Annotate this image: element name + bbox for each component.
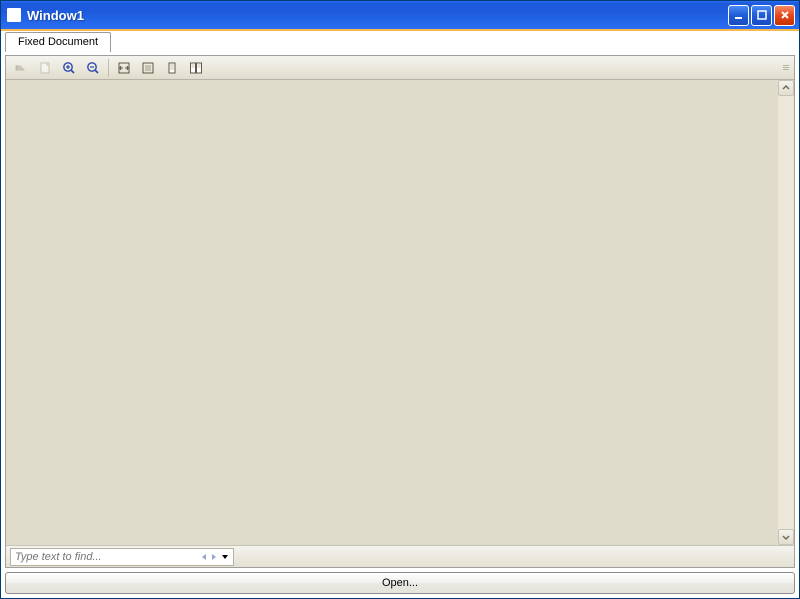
title-bar: Window1 (1, 1, 799, 29)
window-buttons (728, 5, 795, 26)
document-viewer (5, 55, 795, 568)
maximize-button[interactable] (751, 5, 772, 26)
vertical-scrollbar[interactable] (778, 80, 794, 545)
find-options-button[interactable] (219, 550, 231, 564)
toolbar-grip (782, 65, 790, 70)
find-bar (6, 545, 794, 567)
find-previous-button[interactable] (199, 550, 209, 564)
whole-page-icon (140, 60, 156, 76)
window: Window1 Fixed Document (0, 0, 800, 599)
zoom-out-icon (85, 60, 101, 76)
document-canvas (9, 83, 778, 542)
chevron-down-icon (221, 554, 229, 560)
close-button[interactable] (774, 5, 795, 26)
two-page-button[interactable] (185, 58, 207, 78)
single-page-button[interactable] (161, 58, 183, 78)
chevron-right-icon (211, 553, 217, 561)
window-icon (7, 8, 21, 22)
maximize-icon (756, 9, 768, 21)
toolbar-separator (108, 59, 109, 77)
zoom-out-button[interactable] (82, 58, 104, 78)
two-page-icon (188, 60, 204, 76)
minimize-icon (733, 9, 745, 21)
open-button-label: Open... (382, 577, 418, 589)
document-area (6, 80, 794, 545)
scroll-up-button[interactable] (778, 80, 794, 96)
viewer-toolbar (6, 56, 794, 80)
close-icon (779, 9, 791, 21)
copy-button[interactable] (10, 58, 32, 78)
find-next-button[interactable] (209, 550, 219, 564)
zoom-in-icon (61, 60, 77, 76)
tab-fixed-document[interactable]: Fixed Document (5, 32, 111, 52)
open-button[interactable]: Open... (5, 572, 795, 594)
scroll-down-button[interactable] (778, 529, 794, 545)
minimize-button[interactable] (728, 5, 749, 26)
copy-icon (13, 60, 29, 76)
zoom-in-button[interactable] (58, 58, 80, 78)
single-page-icon (164, 60, 180, 76)
client-area: Open... (1, 52, 799, 598)
fit-width-button[interactable] (113, 58, 135, 78)
print-button[interactable] (34, 58, 56, 78)
tab-label: Fixed Document (18, 36, 98, 48)
whole-page-button[interactable] (137, 58, 159, 78)
tab-strip: Fixed Document (1, 29, 799, 52)
search-input[interactable] (15, 551, 199, 563)
chevron-left-icon (201, 553, 207, 561)
window-title: Window1 (27, 8, 728, 23)
chevron-down-icon (782, 533, 790, 541)
fit-width-icon (116, 60, 132, 76)
chevron-up-icon (782, 84, 790, 92)
print-icon (37, 60, 53, 76)
search-box (10, 548, 234, 566)
